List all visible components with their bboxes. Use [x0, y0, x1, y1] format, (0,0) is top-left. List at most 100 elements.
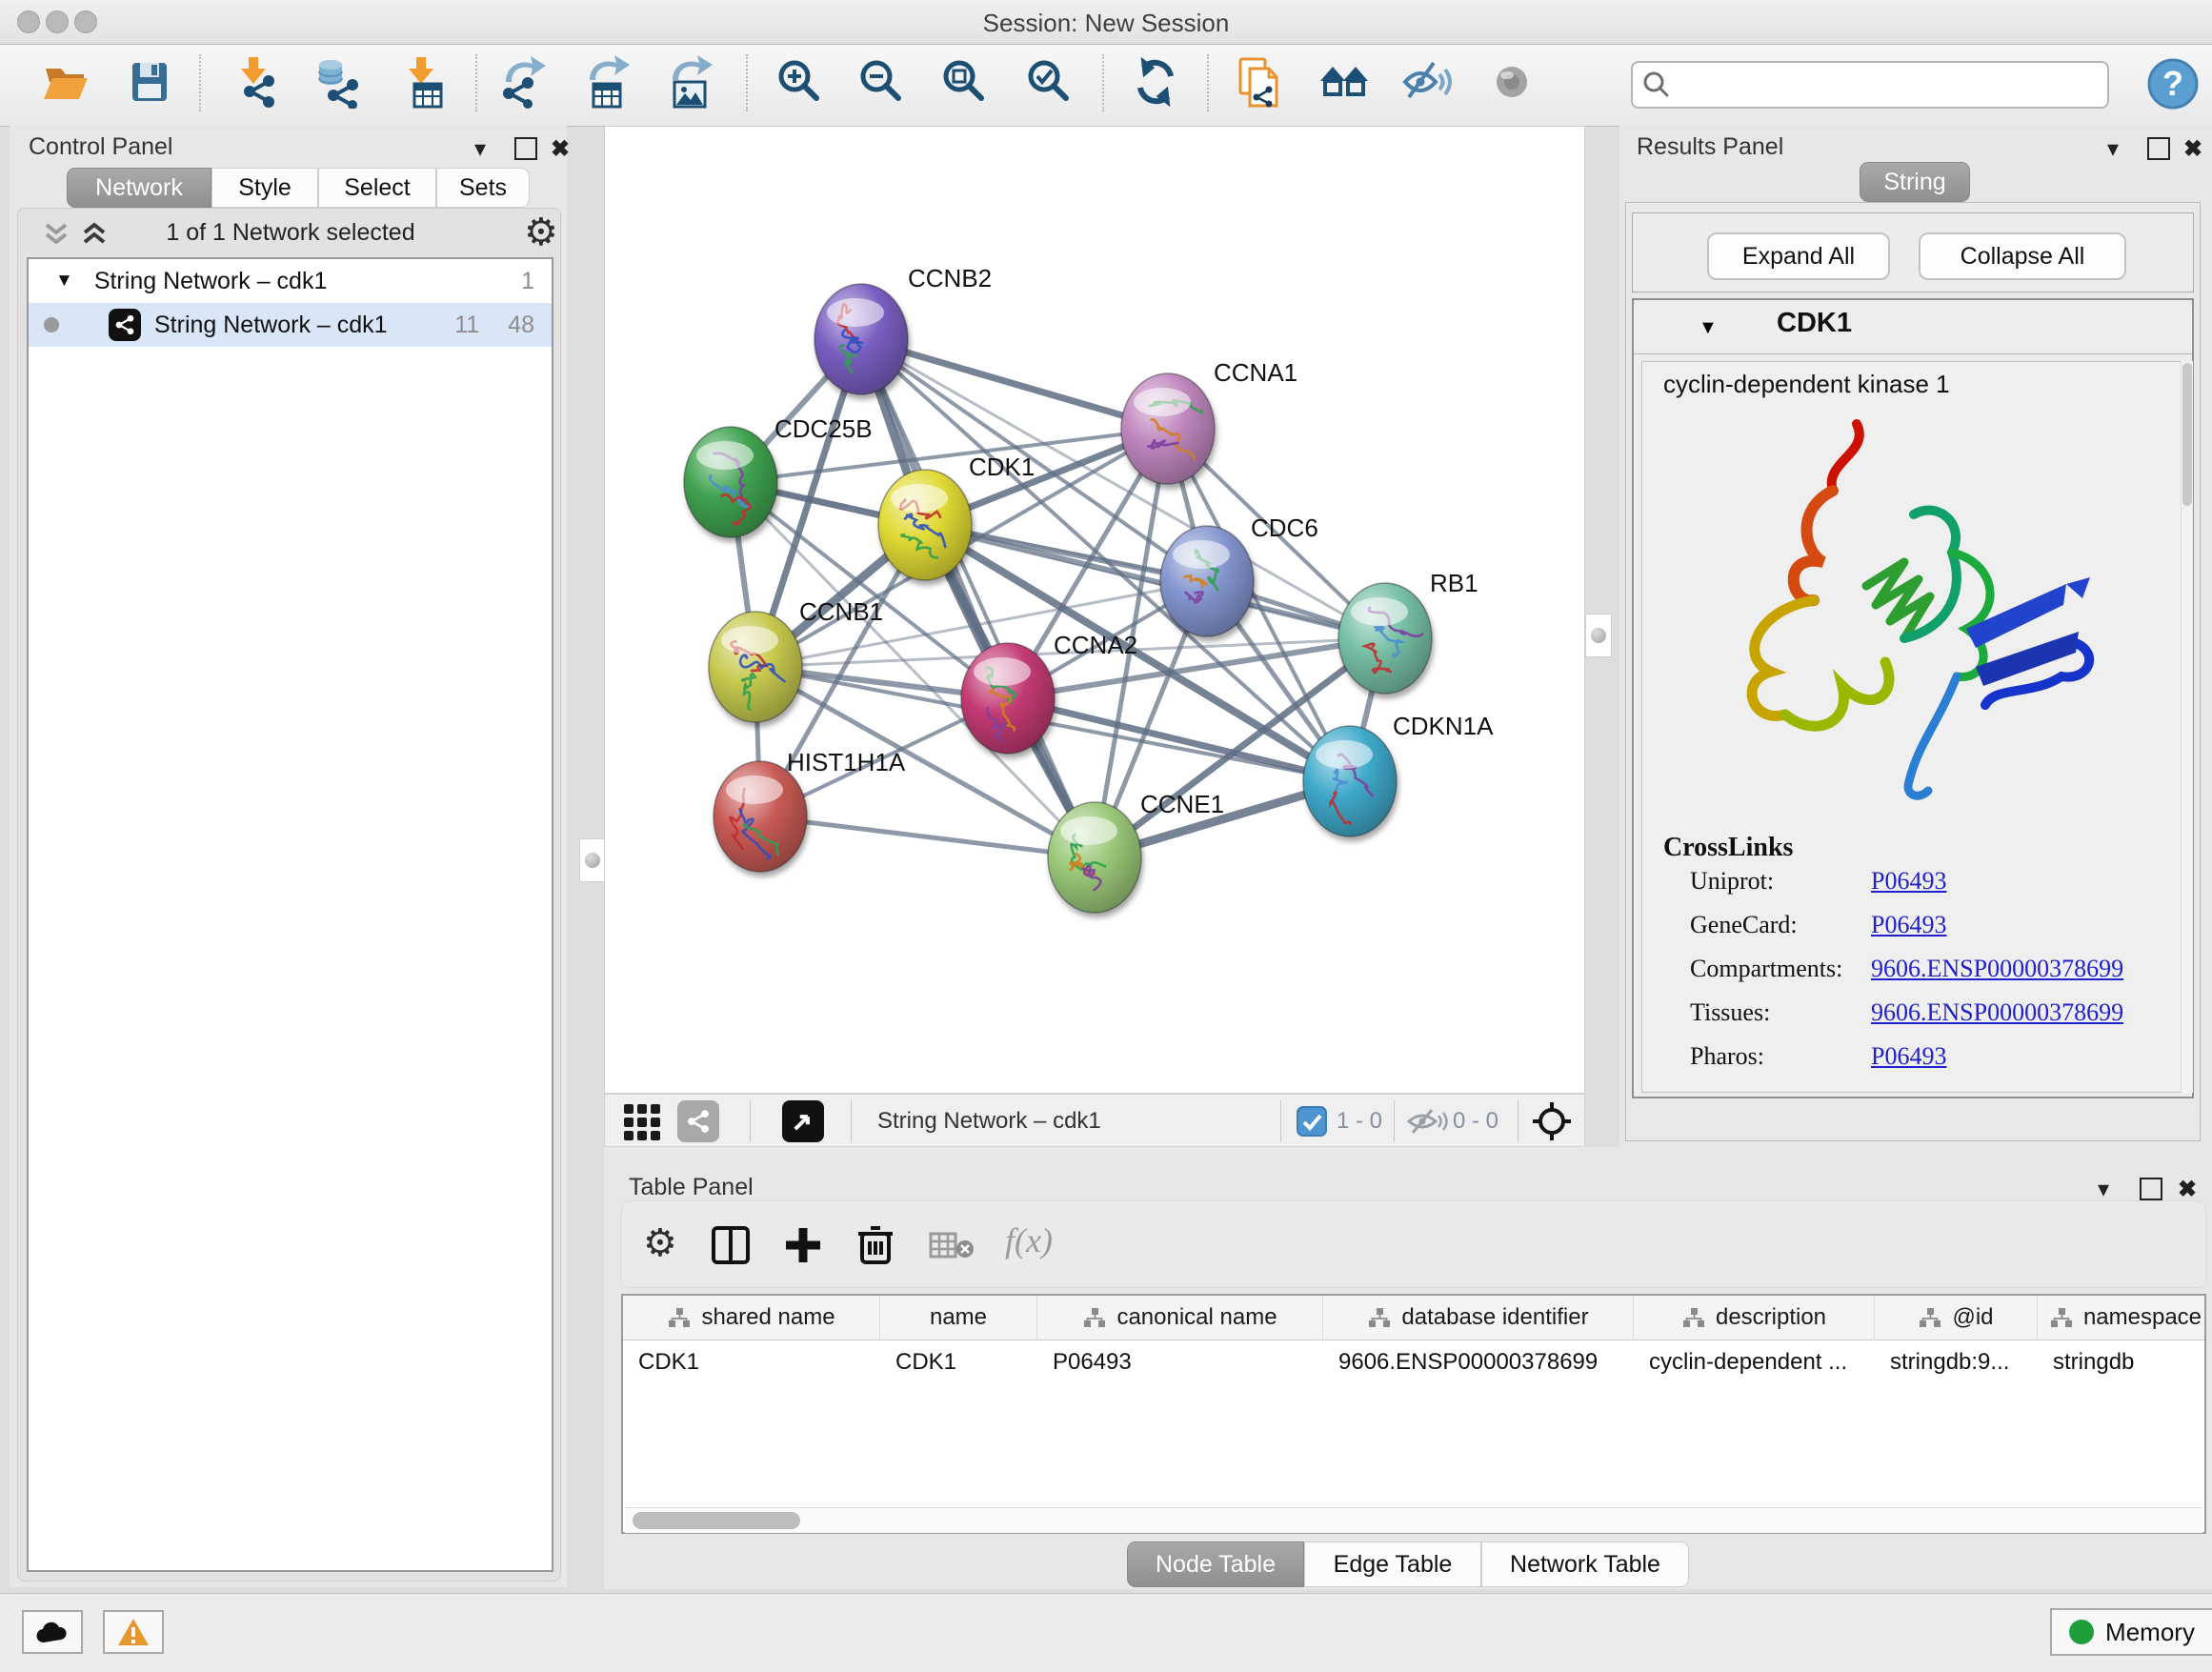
node-label-HIST1H1A[interactable]: HIST1H1A: [787, 748, 906, 776]
import-network-from-database-icon[interactable]: [312, 55, 365, 109]
node-label-CDKN1A[interactable]: CDKN1A: [1393, 712, 1494, 740]
collapse-all-icon[interactable]: [40, 217, 72, 250]
expand-all-button[interactable]: Expand All: [1707, 232, 1890, 280]
left-splitter-handle[interactable]: [579, 838, 606, 882]
show-graphics-icon[interactable]: [1485, 55, 1538, 109]
column-header-2[interactable]: name: [880, 1296, 1037, 1340]
tab-sets[interactable]: Sets: [436, 168, 530, 208]
node-label-CCNB1[interactable]: CCNB1: [799, 597, 883, 626]
tab-select[interactable]: Select: [318, 168, 436, 208]
column-header-1[interactable]: shared name: [623, 1296, 880, 1340]
refresh-icon[interactable]: [1129, 55, 1182, 109]
table-hscrollbar-thumb[interactable]: [633, 1512, 800, 1529]
tab-network[interactable]: Network: [67, 168, 211, 208]
export-table-icon[interactable]: [580, 55, 633, 109]
table-cell[interactable]: 9606.ENSP00000378699: [1323, 1340, 1634, 1384]
table-panel-float-icon[interactable]: ▾: [2098, 1176, 2109, 1203]
warnings-button[interactable]: [103, 1610, 164, 1654]
function-builder-icon[interactable]: f(x): [1005, 1220, 1053, 1260]
node-label-CCNA2[interactable]: CCNA2: [1054, 631, 1137, 659]
network-collection-row[interactable]: ▼ String Network – cdk1 1: [29, 259, 552, 303]
right-splitter-handle[interactable]: [1585, 614, 1612, 657]
open-session-icon[interactable]: [38, 55, 91, 109]
node-label-CDK1[interactable]: CDK1: [969, 453, 1035, 481]
network-node-CCNA1[interactable]: [1121, 373, 1217, 484]
table-cell[interactable]: P06493: [1037, 1340, 1323, 1384]
tab-network-table[interactable]: Network Table: [1481, 1541, 1689, 1587]
results-panel-maximize-icon[interactable]: [2147, 137, 2170, 160]
column-header-6[interactable]: @id: [1875, 1296, 2038, 1340]
column-header-3[interactable]: canonical name: [1037, 1296, 1323, 1340]
delete-column-icon[interactable]: [855, 1222, 896, 1266]
network-node-CDC6[interactable]: [1160, 526, 1254, 636]
table-row[interactable]: CDK1CDK1P064939606.ENSP00000378699cyclin…: [623, 1340, 2204, 1384]
network-node-CDC25B[interactable]: [684, 427, 777, 537]
birds-eye-view-icon[interactable]: [782, 1100, 824, 1142]
network-node-CCNB2[interactable]: [814, 284, 908, 394]
collapse-all-button[interactable]: Collapse All: [1919, 232, 2126, 280]
results-panel-close-icon[interactable]: ✖: [2183, 135, 2202, 163]
network-node-RB1[interactable]: [1338, 583, 1432, 694]
memory-button[interactable]: Memory: [2050, 1608, 2212, 1656]
network-node-CCNE1[interactable]: [1048, 802, 1141, 913]
zoom-fit-icon[interactable]: [938, 55, 992, 109]
tab-node-table[interactable]: Node Table: [1127, 1541, 1304, 1587]
hide-unhide-icon[interactable]: [1401, 55, 1455, 109]
selected-checkbox-icon[interactable]: [1297, 1106, 1327, 1137]
table-hscrollbar[interactable]: [625, 1507, 2202, 1533]
crosslink-link[interactable]: P06493: [1871, 867, 1946, 896]
node-label-CCNE1[interactable]: CCNE1: [1140, 790, 1224, 818]
help-icon[interactable]: ?: [2145, 56, 2201, 111]
add-column-icon[interactable]: [782, 1224, 824, 1266]
protein-collapse-icon[interactable]: ▼: [1699, 317, 1718, 339]
crosslink-link[interactable]: 9606.ENSP00000378699: [1871, 998, 2123, 1027]
cloud-button[interactable]: [22, 1610, 83, 1654]
table-cell[interactable]: cyclin-dependent ...: [1634, 1340, 1875, 1384]
network-node-CCNA2[interactable]: [961, 643, 1055, 754]
hidden-eye-icon[interactable]: [1407, 1106, 1449, 1137]
control-panel-maximize-icon[interactable]: [514, 137, 537, 160]
import-table-icon[interactable]: [399, 55, 452, 109]
show-columns-icon[interactable]: [710, 1224, 752, 1266]
zoom-selected-icon[interactable]: [1023, 55, 1076, 109]
crosslink-link[interactable]: P06493: [1871, 911, 1946, 939]
crosslink-link[interactable]: P06493: [1871, 1042, 1946, 1071]
network-node-HIST1H1A[interactable]: [714, 761, 807, 872]
results-panel-float-icon[interactable]: ▾: [2107, 135, 2119, 163]
tab-string[interactable]: String: [1860, 162, 1970, 202]
node-label-RB1[interactable]: RB1: [1430, 569, 1478, 597]
table-cell[interactable]: stringdb: [2038, 1340, 2212, 1384]
table-panel-close-icon[interactable]: ✖: [2178, 1176, 2197, 1203]
table-cell[interactable]: CDK1: [623, 1340, 880, 1384]
grid-view-icon[interactable]: [622, 1102, 662, 1142]
home-layouts-icon[interactable]: [1318, 55, 1372, 109]
save-session-icon[interactable]: [123, 55, 176, 109]
table-settings-gear-icon[interactable]: ⚙: [643, 1224, 677, 1262]
network-node-CDK1[interactable]: [878, 470, 972, 580]
expand-all-icon[interactable]: [78, 217, 111, 250]
tree-expand-icon[interactable]: ▼: [55, 271, 73, 292]
results-scrollbar-thumb[interactable]: [2182, 363, 2192, 506]
control-panel-close-icon[interactable]: ✖: [551, 135, 570, 163]
network-node-CCNB1[interactable]: [709, 612, 802, 722]
column-header-4[interactable]: database identifier: [1323, 1296, 1634, 1340]
node-label-CDC6[interactable]: CDC6: [1251, 514, 1318, 542]
network-view-icon[interactable]: [677, 1100, 719, 1142]
export-network-icon[interactable]: [496, 55, 550, 109]
network-options-gear-icon[interactable]: ⚙: [524, 213, 558, 252]
annotations-icon[interactable]: [1233, 55, 1286, 109]
table-cell[interactable]: stringdb:9...: [1875, 1340, 2038, 1384]
network-edge[interactable]: [760, 816, 1095, 857]
network-node-CDKN1A[interactable]: [1303, 726, 1397, 848]
node-label-CCNA1[interactable]: CCNA1: [1214, 358, 1297, 387]
zoom-in-icon[interactable]: [774, 55, 827, 109]
column-header-7[interactable]: namespace: [2038, 1296, 2212, 1340]
network-edge[interactable]: [861, 339, 1095, 857]
export-image-icon[interactable]: [663, 55, 716, 109]
control-panel-float-icon[interactable]: ▾: [474, 135, 486, 163]
network-row[interactable]: String Network – cdk1 11 48: [29, 303, 552, 347]
fit-selected-icon[interactable]: [1531, 1100, 1573, 1142]
import-network-icon[interactable]: [231, 55, 285, 109]
table-panel-maximize-icon[interactable]: [2140, 1178, 2162, 1200]
tab-style[interactable]: Style: [211, 168, 318, 208]
